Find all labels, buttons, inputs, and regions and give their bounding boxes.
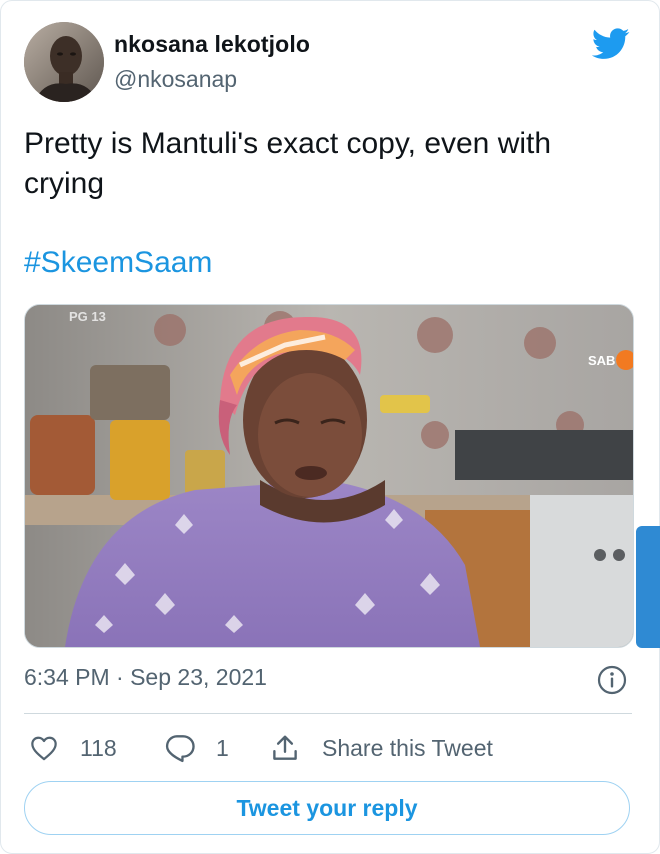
reply-bubble-icon[interactable] bbox=[164, 733, 196, 763]
heart-icon[interactable] bbox=[30, 735, 58, 761]
info-icon[interactable] bbox=[596, 664, 628, 696]
rating-overlay: PG 13 bbox=[69, 309, 106, 324]
avatar[interactable] bbox=[24, 22, 104, 102]
tweet-timestamp[interactable]: 6:34 PM · Sep 23, 2021 bbox=[24, 664, 267, 691]
share-icon[interactable] bbox=[270, 733, 300, 763]
hashtag-link[interactable]: #SkeemSaam bbox=[24, 243, 212, 283]
divider bbox=[24, 713, 632, 714]
tweet-media-image[interactable]: PG 13 SABC bbox=[24, 304, 634, 648]
user-handle[interactable]: @nkosanap bbox=[114, 66, 237, 93]
share-label[interactable]: Share this Tweet bbox=[322, 735, 493, 762]
display-name[interactable]: nkosana lekotjolo bbox=[114, 31, 310, 58]
reply-count: 1 bbox=[216, 734, 229, 761]
tweet-text: Pretty is Mantuli's exact copy, even wit… bbox=[24, 127, 552, 200]
like-action[interactable]: 118 bbox=[30, 731, 117, 765]
twitter-bird-icon[interactable] bbox=[591, 28, 630, 60]
share-action[interactable]: Share this Tweet bbox=[270, 731, 493, 765]
like-count: 118 bbox=[80, 734, 117, 761]
reply-action[interactable]: 1 bbox=[164, 731, 229, 765]
side-tab[interactable] bbox=[636, 526, 660, 648]
tweet-your-reply-button[interactable]: Tweet your reply bbox=[24, 781, 630, 835]
